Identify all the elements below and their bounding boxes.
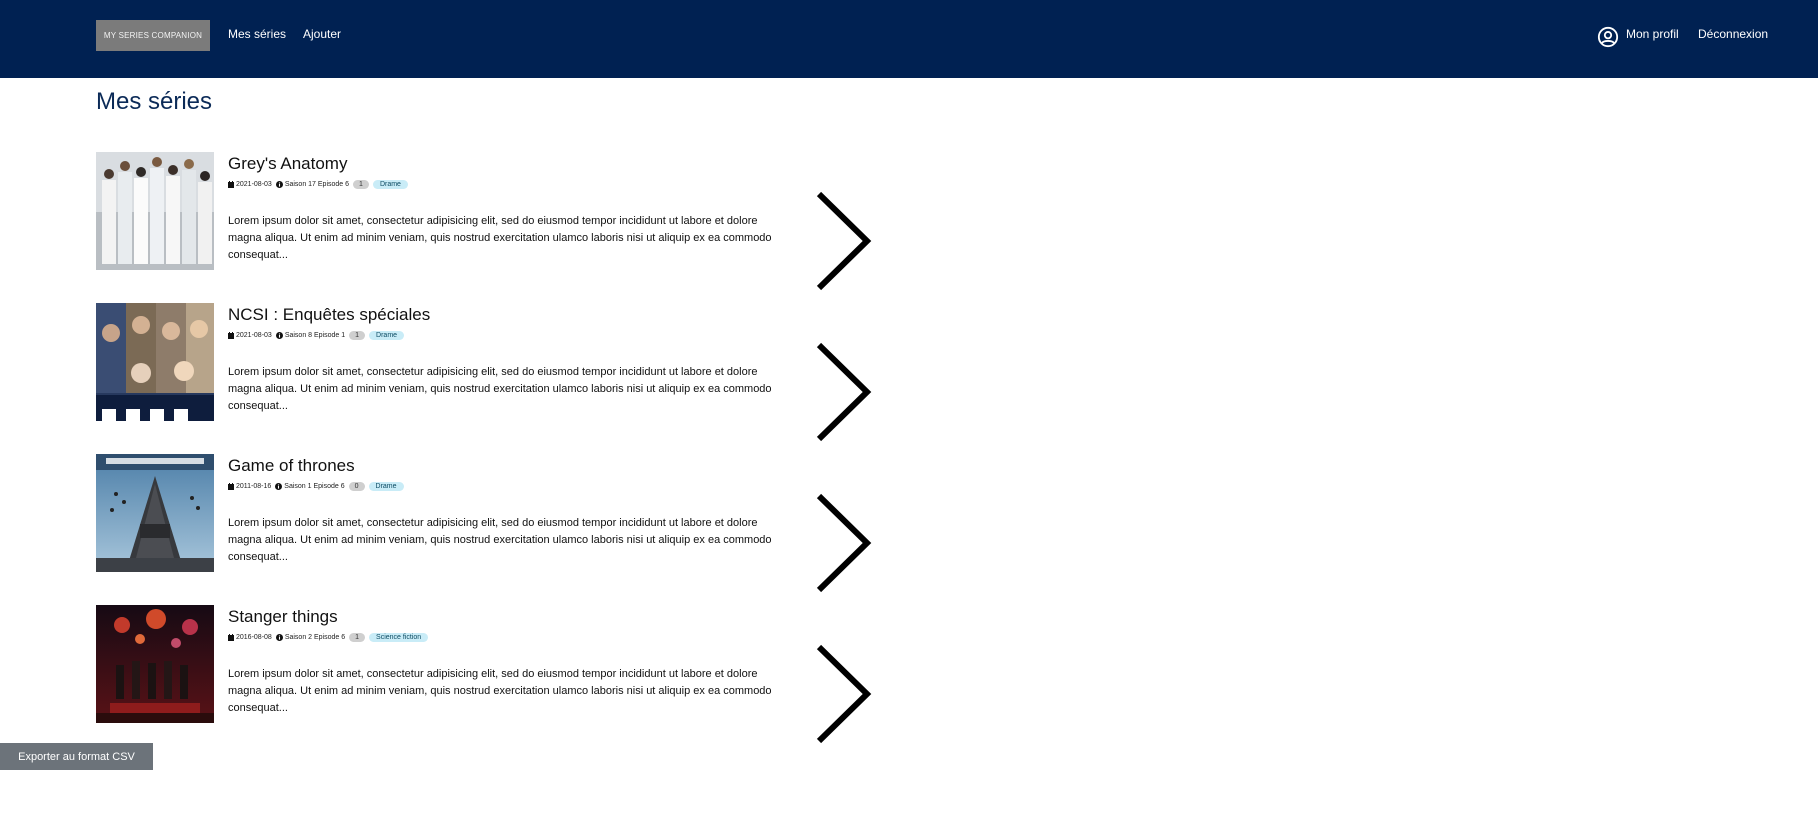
logout-link[interactable]: Déconnexion — [1698, 27, 1768, 41]
series-poster[interactable] — [96, 303, 214, 421]
series-progress: Saison 1 Episode 6 — [284, 482, 345, 490]
series-meta: 2011-08-16 Saison 1 Episode 6 0 Drame — [228, 480, 404, 492]
series-count-badge: 1 — [349, 632, 366, 642]
series-genre-badge: Science fiction — [369, 632, 429, 642]
page-title: Mes séries — [96, 88, 213, 115]
info-circle-icon — [275, 482, 283, 490]
export-csv-button[interactable]: Exporter au format CSV — [0, 743, 153, 770]
series-genre-badge: Drame — [368, 481, 404, 491]
series-date: 2021-08-03 — [236, 180, 272, 188]
series-description: Lorem ipsum dolor sit amet, consectetur … — [228, 517, 772, 563]
chevron-right-icon[interactable] — [813, 191, 875, 291]
series-poster[interactable] — [96, 605, 214, 723]
chevron-right-icon[interactable] — [813, 493, 875, 593]
series-meta: 2021-08-03 Saison 17 Episode 6 1 Drame — [228, 178, 408, 190]
info-circle-icon — [275, 633, 283, 641]
series-title[interactable]: NCSI : Enquêtes spéciales — [228, 305, 430, 325]
series-date: 2016-08-08 — [236, 633, 272, 641]
chevron-right-icon[interactable] — [813, 342, 875, 442]
series-meta: 2016-08-08 Saison 2 Episode 6 1 Science … — [228, 631, 429, 643]
info-circle-icon — [275, 331, 283, 339]
info-circle-icon — [275, 180, 283, 188]
series-progress: Saison 17 Episode 6 — [284, 180, 350, 188]
series-progress: Saison 2 Episode 6 — [284, 633, 346, 641]
user-circle-icon[interactable] — [1597, 26, 1619, 48]
brand-logo[interactable]: MY SERIES COMPANION — [96, 20, 210, 51]
series-title[interactable]: Stanger things — [228, 607, 338, 627]
calendar-icon — [228, 331, 234, 339]
series-count-badge: 1 — [349, 330, 366, 340]
chevron-right-icon[interactable] — [813, 644, 875, 744]
series-date: 2021-08-03 — [236, 331, 272, 339]
series-count-badge: 1 — [353, 179, 369, 189]
series-title[interactable]: Game of thrones — [228, 456, 355, 476]
calendar-icon — [228, 180, 234, 188]
series-poster[interactable] — [96, 152, 214, 270]
series-description: Lorem ipsum dolor sit amet, consectetur … — [228, 668, 772, 714]
calendar-icon — [228, 482, 234, 490]
series-count-badge: 0 — [348, 481, 365, 491]
nav-link-ajouter[interactable]: Ajouter — [303, 27, 341, 41]
series-meta: 2021-08-03 Saison 8 Episode 1 1 Drame — [228, 329, 405, 341]
series-title[interactable]: Grey's Anatomy — [228, 154, 347, 174]
series-date: 2011-08-16 — [236, 482, 272, 490]
series-genre-badge: Drame — [372, 179, 408, 189]
series-progress: Saison 8 Episode 1 — [284, 331, 346, 339]
calendar-icon — [228, 633, 234, 641]
profile-link[interactable]: Mon profil — [1626, 27, 1679, 41]
series-item-game-of-thrones: Game of thrones 2011-08-16 Saison 1 Epis… — [96, 454, 896, 593]
series-genre-badge: Drame — [369, 330, 405, 340]
top-navbar: MY SERIES COMPANION Mes séries Ajouter M… — [0, 0, 1818, 78]
nav-link-mes-series[interactable]: Mes séries — [228, 27, 286, 41]
series-item-ncsi: NCSI : Enquêtes spéciales 2021-08-03 Sai… — [96, 303, 896, 442]
series-poster[interactable] — [96, 454, 214, 572]
series-description: Lorem ipsum dolor sit amet, consectetur … — [228, 215, 772, 261]
series-description: Lorem ipsum dolor sit amet, consectetur … — [228, 366, 772, 412]
series-item-greys-anatomy: Grey's Anatomy 2021-08-03 Saison 17 Epis… — [96, 152, 896, 291]
series-item-stranger-things: Stanger things 2016-08-08 Saison 2 Episo… — [96, 605, 896, 744]
